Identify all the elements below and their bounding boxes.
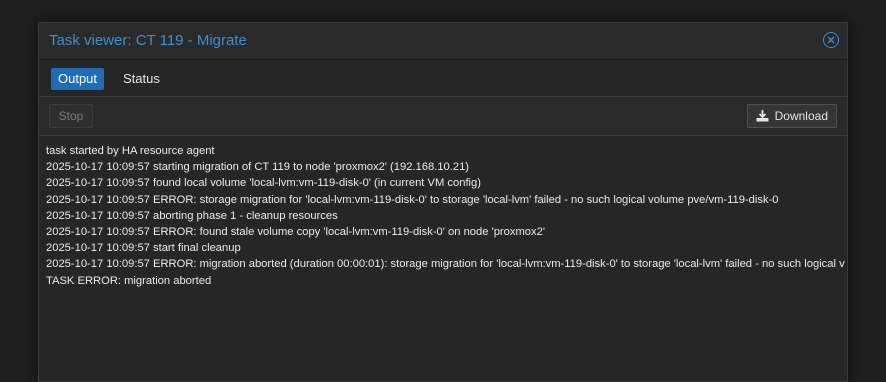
log-line: 2025-10-17 10:09:57 ERROR: storage migra… [46, 193, 779, 206]
close-button[interactable] [823, 32, 839, 48]
download-icon [756, 110, 769, 122]
tab-bar: Output Status [39, 60, 847, 97]
log-line: 2025-10-17 10:09:57 found local volume '… [46, 177, 481, 190]
download-button[interactable]: Download [746, 104, 837, 128]
log-line: TASK ERROR: migration aborted [46, 274, 212, 287]
log-line: 2025-10-17 10:09:57 aborting phase 1 - c… [46, 209, 338, 222]
close-icon [827, 36, 835, 44]
log-line: task started by HA resource agent [46, 145, 215, 157]
download-button-label: Download [774, 109, 828, 123]
toolbar: Stop Download [39, 97, 847, 136]
tab-status[interactable]: Status [116, 68, 167, 90]
stop-button[interactable]: Stop [49, 104, 93, 128]
log-line: 2025-10-17 10:09:57 ERROR: migration abo… [46, 258, 845, 271]
log-line: 2025-10-17 10:09:57 starting migration o… [46, 161, 470, 174]
log-line: 2025-10-17 10:09:57 ERROR: found stale v… [46, 226, 545, 239]
log-output: task started by HA resource agent 2025-1… [39, 136, 847, 296]
log-line: 2025-10-17 10:09:57 start final cleanup [46, 242, 241, 255]
title-bar: Task viewer: CT 119 - Migrate [39, 23, 847, 60]
window-title: Task viewer: CT 119 - Migrate [49, 32, 247, 49]
tab-output[interactable]: Output [51, 68, 105, 90]
task-viewer-window: Task viewer: CT 119 - Migrate Output Sta… [38, 22, 848, 382]
stop-button-label: Stop [58, 109, 84, 123]
